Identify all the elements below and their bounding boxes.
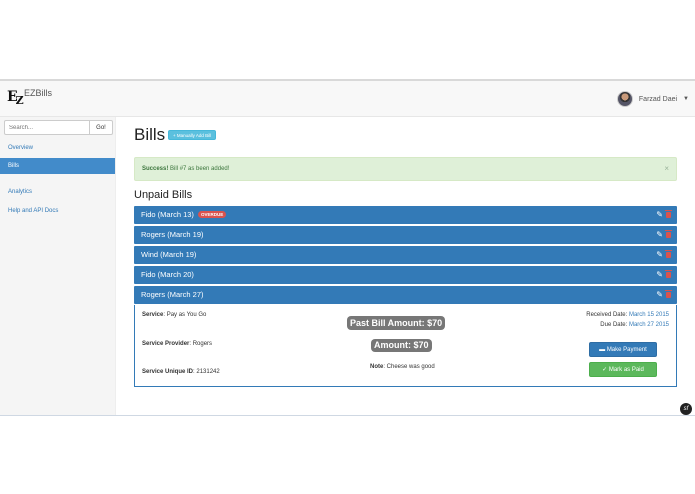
bill-label: Rogers (March 19) xyxy=(141,230,204,239)
trash-icon[interactable] xyxy=(665,290,672,298)
pencil-icon[interactable]: ✎ xyxy=(656,211,663,219)
main-content: Bills + Manually Add Bill Success! Bill … xyxy=(116,117,695,415)
section-title: Unpaid Bills xyxy=(134,189,193,201)
alert-strong: Success! xyxy=(142,166,169,172)
service-value: : Pay as You Go xyxy=(163,312,207,318)
received-date: Received Date: March 15 2015 xyxy=(586,312,669,318)
past-amount-badge: Past Bill Amount: $70 xyxy=(347,316,446,330)
bill-row[interactable]: Wind (March 19) ✎ xyxy=(134,246,677,264)
sidebar-item-bills[interactable]: Bills xyxy=(0,158,115,174)
close-icon[interactable]: × xyxy=(664,158,669,180)
provider-label: Service Provider xyxy=(142,341,190,347)
mark-as-paid-button[interactable]: ✓ Mark as Paid xyxy=(589,362,657,377)
bill-row[interactable]: Rogers (March 19) ✎ xyxy=(134,226,677,244)
note-field: Note: Cheese was good xyxy=(370,364,435,370)
user-menu[interactable]: Farzad Daei ▼ xyxy=(616,89,689,109)
success-alert: Success! Bill #7 as been added! × xyxy=(134,157,677,181)
sidebar-item-help[interactable]: Help and API Docs xyxy=(0,203,115,219)
app-window: EZ EZBills Farzad Daei ▼ Go! Overview Bi… xyxy=(0,79,695,416)
mark-as-paid-label: Mark as Paid xyxy=(608,367,644,373)
bill-label: Fido (March 20) xyxy=(141,270,194,279)
bill-label: Rogers (March 27) xyxy=(141,290,204,299)
brand-name[interactable]: EZBills xyxy=(24,88,52,98)
trash-icon[interactable] xyxy=(665,270,672,278)
symfony-icon[interactable]: sf xyxy=(680,403,692,415)
credit-card-icon: ▬ xyxy=(599,347,607,353)
sidebar: Go! Overview Bills Analytics Help and AP… xyxy=(0,117,116,415)
avatar[interactable] xyxy=(616,91,633,107)
service-field: Service: Pay as You Go xyxy=(142,312,206,318)
top-navbar: EZ EZBills Farzad Daei ▼ xyxy=(0,81,695,117)
page-title: Bills xyxy=(134,125,166,144)
provider-field: Service Provider: Rogers xyxy=(142,341,212,347)
service-label: Service xyxy=(142,312,164,318)
bill-row[interactable]: Fido (March 13) OVERDUE ✎ xyxy=(134,206,677,224)
trash-icon[interactable] xyxy=(665,210,672,218)
add-bill-button[interactable]: + Manually Add Bill xyxy=(168,130,217,140)
received-value[interactable]: March 15 2015 xyxy=(629,312,669,318)
overdue-badge: OVERDUE xyxy=(198,211,227,218)
alert-text: Bill #7 as been added! xyxy=(168,166,230,172)
uid-value: : 2131242 xyxy=(193,369,220,375)
due-value[interactable]: March 27 2015 xyxy=(629,322,669,328)
ez-logo-icon[interactable]: EZ xyxy=(7,88,25,107)
bill-row[interactable]: Fido (March 20) ✎ xyxy=(134,266,677,284)
due-label: Due Date: xyxy=(600,322,629,328)
amount-badge: Amount: $70 xyxy=(371,339,432,352)
pencil-icon[interactable]: ✎ xyxy=(656,231,663,239)
user-name[interactable]: Farzad Daei xyxy=(639,96,677,103)
search-group: Go! xyxy=(4,120,113,135)
bill-label: Wind (March 19) xyxy=(141,250,197,259)
trash-icon[interactable] xyxy=(665,230,672,238)
unique-id-field: Service Unique ID: 2131242 xyxy=(142,369,220,375)
provider-value: : Rogers xyxy=(189,341,213,347)
trash-icon[interactable] xyxy=(665,250,672,258)
pencil-icon[interactable]: ✎ xyxy=(656,251,663,259)
pencil-icon[interactable]: ✎ xyxy=(656,271,663,279)
search-button[interactable]: Go! xyxy=(90,120,113,135)
received-label: Received Date: xyxy=(586,312,629,318)
make-payment-label: Make Payment xyxy=(606,347,647,353)
due-date: Due Date: March 27 2015 xyxy=(600,322,669,328)
sidebar-item-overview[interactable]: Overview xyxy=(0,140,115,156)
note-value: : Cheese was good xyxy=(383,364,435,370)
bill-label: Fido (March 13) xyxy=(141,210,194,219)
note-label: Note xyxy=(370,364,384,370)
make-payment-button[interactable]: ▬ Make Payment xyxy=(589,342,657,357)
check-circle-icon: ✓ xyxy=(602,367,609,373)
uid-label: Service Unique ID xyxy=(142,369,194,375)
chevron-down-icon[interactable]: ▼ xyxy=(683,96,689,102)
pencil-icon[interactable]: ✎ xyxy=(656,291,663,299)
bill-row-expanded[interactable]: Rogers (March 27) ✎ xyxy=(134,286,677,304)
sidebar-item-analytics[interactable]: Analytics xyxy=(0,184,115,200)
bill-detail-panel: Service: Pay as You Go Service Provider:… xyxy=(134,305,677,387)
search-input[interactable] xyxy=(4,120,90,135)
